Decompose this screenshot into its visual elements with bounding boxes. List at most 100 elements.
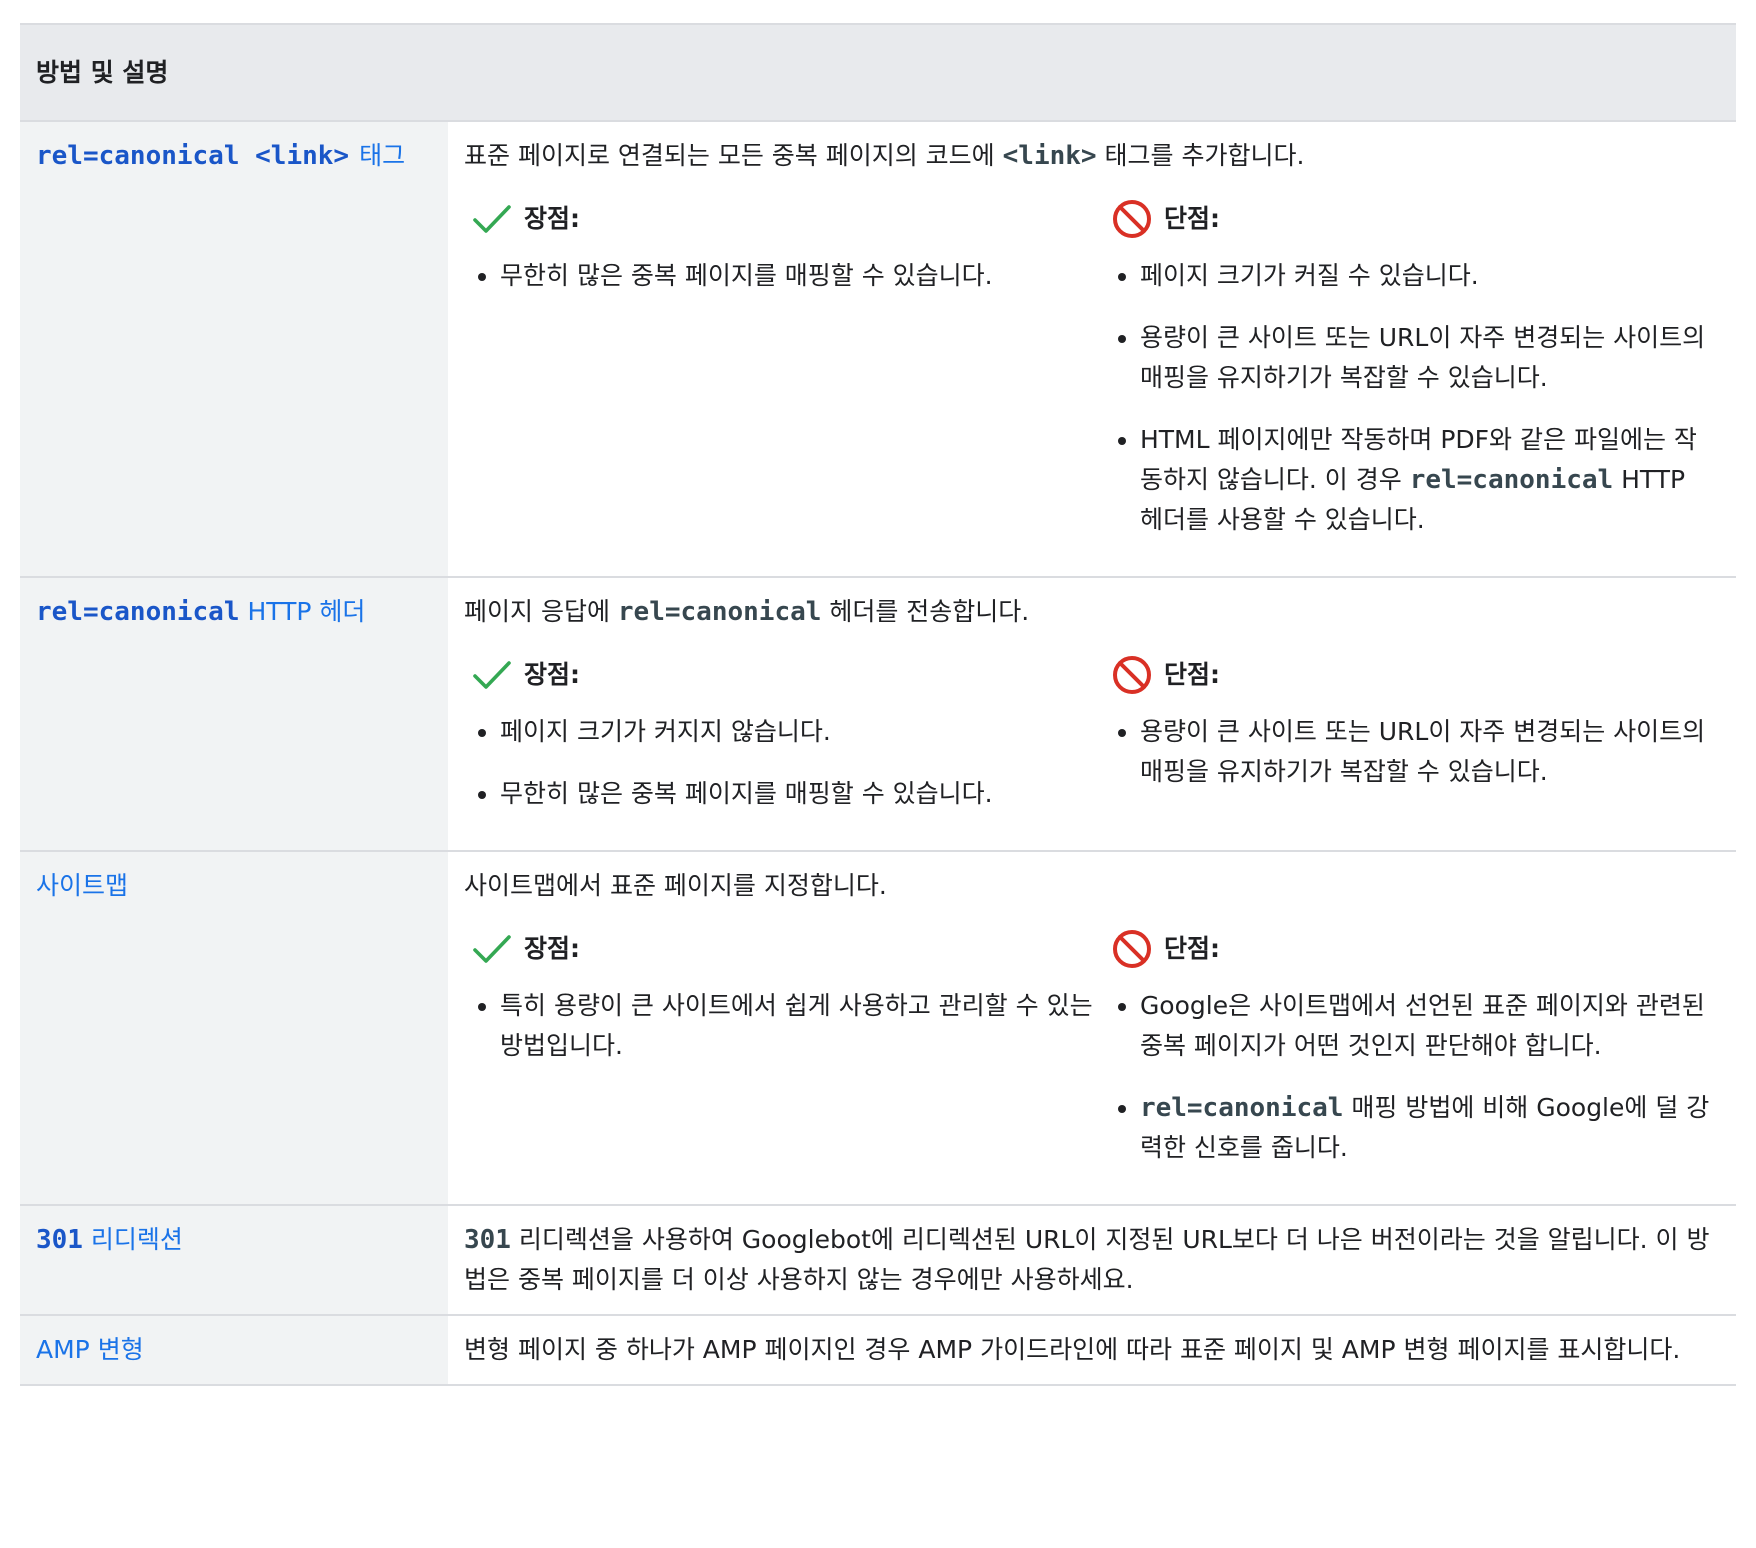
text-segment: 페이지 크기가 커지지 않습니다. bbox=[500, 717, 831, 746]
method-label: 사이트맵 bbox=[36, 871, 129, 900]
description-cell: 사이트맵에서 표준 페이지를 지정합니다. 장점: 특히 용량이 큰 사이트에서 … bbox=[448, 851, 1737, 1206]
table-header: 방법 및 설명 bbox=[20, 23, 1737, 122]
method-code: rel=canonical <link> bbox=[36, 141, 350, 171]
text-segment: 페이지 크기가 커질 수 있습니다. bbox=[1139, 261, 1479, 290]
description-cell: 변형 페이지 중 하나가 AMP 페이지인 경우 AMP 가이드라인에 따라 표… bbox=[448, 1315, 1737, 1386]
cons-list-item: HTML 페이지에만 작동하며 PDF와 같은 파일에는 작동하지 않습니다. … bbox=[1110, 420, 1716, 540]
prohibited-icon bbox=[1110, 197, 1154, 241]
cons-heading: 단점: bbox=[1110, 652, 1716, 698]
table-row: AMP 변형 변형 페이지 중 하나가 AMP 페이지인 경우 AMP 가이드라인… bbox=[20, 1315, 1737, 1386]
method-cell: AMP 변형 bbox=[20, 1315, 448, 1386]
text-segment: 용량이 큰 사이트 또는 URL이 자주 변경되는 사이트의 매핑을 유지하기가… bbox=[1139, 717, 1706, 786]
text-segment: 헤더를 전송합니다. bbox=[821, 597, 1030, 626]
table-header-row: 방법 및 설명 bbox=[20, 23, 1737, 122]
pros-heading: 장점: bbox=[470, 926, 1100, 972]
method-label: 태그 bbox=[359, 141, 406, 170]
cons-label: 단점: bbox=[1163, 934, 1220, 963]
text-segment: Google은 사이트맵에서 선언된 표준 페이지와 관련된 중복 페이지가 어… bbox=[1139, 991, 1705, 1060]
cons-list-item: 용량이 큰 사이트 또는 URL이 자주 변경되는 사이트의 매핑을 유지하기가… bbox=[1110, 318, 1716, 398]
inline-code: rel=canonical bbox=[617, 597, 822, 627]
pros-list-item: 페이지 크기가 커지지 않습니다. bbox=[470, 712, 1100, 752]
method-cell: rel=canonical <link> 태그 bbox=[20, 121, 448, 578]
description-cell: 301 리디렉션을 사용하여 Googlebot에 리디렉션된 URL이 지정된… bbox=[448, 1205, 1737, 1316]
table-body: rel=canonical <link> 태그 표준 페이지로 연결되는 모든 중복… bbox=[20, 121, 1737, 1386]
text-segment: 용량이 큰 사이트 또는 URL이 자주 변경되는 사이트의 매핑을 유지하기가… bbox=[1139, 323, 1706, 392]
method-code: 301 bbox=[36, 1225, 83, 1255]
pros-label: 장점: bbox=[524, 204, 580, 233]
methods-table-container: 방법 및 설명 rel=canonical <link> 태그 표준 페이지로 연결… bbox=[20, 23, 1737, 1386]
method-summary: 변형 페이지 중 하나가 AMP 페이지인 경우 AMP 가이드라인에 따라 표… bbox=[464, 1330, 1716, 1370]
method-label: 리디렉션 bbox=[82, 1225, 183, 1254]
text-segment: 사이트맵에서 표준 페이지를 지정합니다. bbox=[464, 871, 887, 900]
cons-list-item: 용량이 큰 사이트 또는 URL이 자주 변경되는 사이트의 매핑을 유지하기가… bbox=[1110, 712, 1716, 792]
method-label: HTTP 헤더 bbox=[239, 597, 366, 626]
cons-label: 단점: bbox=[1163, 204, 1220, 233]
cons-list-item: Google은 사이트맵에서 선언된 표준 페이지와 관련된 중복 페이지가 어… bbox=[1110, 986, 1716, 1066]
cons-list-item: 페이지 크기가 커질 수 있습니다. bbox=[1110, 256, 1716, 296]
text-segment: 무한히 많은 중복 페이지를 매핑할 수 있습니다. bbox=[500, 261, 993, 290]
cons-list: 페이지 크기가 커질 수 있습니다. 용량이 큰 사이트 또는 URL이 자주 변… bbox=[1110, 256, 1716, 540]
text-segment: 무한히 많은 중복 페이지를 매핑할 수 있습니다. bbox=[500, 779, 993, 808]
method-link[interactable]: AMP 변형 bbox=[36, 1335, 144, 1364]
canonical-methods-table: 방법 및 설명 rel=canonical <link> 태그 표준 페이지로 연결… bbox=[20, 23, 1737, 1386]
pros-cons: 장점: 특히 용량이 큰 사이트에서 쉽게 사용하고 관리할 수 있는 방법입니다… bbox=[464, 926, 1716, 1190]
pros-list: 페이지 크기가 커지지 않습니다. 무한히 많은 중복 페이지를 매핑할 수 있습… bbox=[470, 712, 1100, 814]
cons-heading: 단점: bbox=[1110, 196, 1716, 242]
cons-column: 단점: Google은 사이트맵에서 선언된 표준 페이지와 관련된 중복 페이지… bbox=[1100, 926, 1716, 1190]
cons-list: 용량이 큰 사이트 또는 URL이 자주 변경되는 사이트의 매핑을 유지하기가… bbox=[1110, 712, 1716, 792]
text-segment: 페이지 응답에 bbox=[464, 597, 618, 626]
checkmark-icon bbox=[470, 197, 514, 241]
cons-heading: 단점: bbox=[1110, 926, 1716, 972]
pros-label: 장점: bbox=[524, 660, 580, 689]
text-segment: 변형 페이지 중 하나가 AMP 페이지인 경우 AMP 가이드라인에 따라 표… bbox=[464, 1335, 1681, 1364]
method-summary: 페이지 응답에 rel=canonical 헤더를 전송합니다. bbox=[464, 592, 1716, 632]
text-segment: 특히 용량이 큰 사이트에서 쉽게 사용하고 관리할 수 있는 방법입니다. bbox=[500, 991, 1093, 1060]
text-segment: 리디렉션을 사용하여 Googlebot에 리디렉션된 URL이 지정된 URL… bbox=[464, 1225, 1710, 1294]
method-summary: 사이트맵에서 표준 페이지를 지정합니다. bbox=[464, 866, 1716, 906]
pros-cons: 장점: 무한히 많은 중복 페이지를 매핑할 수 있습니다. 단점: 페이지 크기가… bbox=[464, 196, 1716, 562]
inline-code: <link> bbox=[1002, 141, 1097, 171]
prohibited-icon bbox=[1110, 927, 1154, 971]
method-code: rel=canonical bbox=[36, 597, 240, 627]
checkmark-icon bbox=[470, 927, 514, 971]
method-cell: rel=canonical HTTP 헤더 bbox=[20, 577, 448, 852]
pros-label: 장점: bbox=[524, 934, 580, 963]
table-row: rel=canonical HTTP 헤더 페이지 응답에 rel=canonic… bbox=[20, 577, 1737, 852]
table-row: rel=canonical <link> 태그 표준 페이지로 연결되는 모든 중복… bbox=[20, 121, 1737, 578]
pros-list-item: 특히 용량이 큰 사이트에서 쉽게 사용하고 관리할 수 있는 방법입니다. bbox=[470, 986, 1100, 1066]
table-row: 사이트맵 사이트맵에서 표준 페이지를 지정합니다. 장점: 특히 용량이 큰 사이… bbox=[20, 851, 1737, 1206]
pros-heading: 장점: bbox=[470, 652, 1100, 698]
pros-list: 무한히 많은 중복 페이지를 매핑할 수 있습니다. bbox=[470, 256, 1100, 296]
method-cell: 사이트맵 bbox=[20, 851, 448, 1206]
pros-column: 장점: 특히 용량이 큰 사이트에서 쉽게 사용하고 관리할 수 있는 방법입니다… bbox=[464, 926, 1100, 1190]
method-summary: 표준 페이지로 연결되는 모든 중복 페이지의 코드에 <link> 태그를 추… bbox=[464, 136, 1716, 176]
pros-column: 장점: 무한히 많은 중복 페이지를 매핑할 수 있습니다. bbox=[464, 196, 1100, 562]
cons-column: 단점: 용량이 큰 사이트 또는 URL이 자주 변경되는 사이트의 매핑을 유지… bbox=[1100, 652, 1716, 836]
method-link[interactable]: 301 리디렉션 bbox=[36, 1225, 183, 1255]
method-link[interactable]: rel=canonical HTTP 헤더 bbox=[36, 597, 366, 627]
pros-heading: 장점: bbox=[470, 196, 1100, 242]
inline-code: 301 bbox=[464, 1225, 511, 1255]
prohibited-icon bbox=[1110, 653, 1154, 697]
cons-list: Google은 사이트맵에서 선언된 표준 페이지와 관련된 중복 페이지가 어… bbox=[1110, 986, 1716, 1168]
pros-cons: 장점: 페이지 크기가 커지지 않습니다. 무한히 많은 중복 페이지를 매핑할 수… bbox=[464, 652, 1716, 836]
description-cell: 표준 페이지로 연결되는 모든 중복 페이지의 코드에 <link> 태그를 추… bbox=[448, 121, 1737, 578]
cons-label: 단점: bbox=[1163, 660, 1220, 689]
method-link[interactable]: rel=canonical <link> 태그 bbox=[36, 141, 406, 171]
pros-column: 장점: 페이지 크기가 커지지 않습니다. 무한히 많은 중복 페이지를 매핑할 수… bbox=[464, 652, 1100, 836]
text-segment: 표준 페이지로 연결되는 모든 중복 페이지의 코드에 bbox=[464, 141, 1003, 170]
text-segment: 태그를 추가합니다. bbox=[1096, 141, 1305, 170]
checkmark-icon bbox=[470, 653, 514, 697]
cons-list-item: rel=canonical 매핑 방법에 비해 Google에 덜 강력한 신호… bbox=[1110, 1088, 1716, 1168]
pros-list-item: 무한히 많은 중복 페이지를 매핑할 수 있습니다. bbox=[470, 774, 1100, 814]
cons-column: 단점: 페이지 크기가 커질 수 있습니다. 용량이 큰 사이트 또는 URL이 자… bbox=[1100, 196, 1716, 562]
method-label: AMP 변형 bbox=[36, 1335, 144, 1364]
pros-list-item: 무한히 많은 중복 페이지를 매핑할 수 있습니다. bbox=[470, 256, 1100, 296]
method-summary: 301 리디렉션을 사용하여 Googlebot에 리디렉션된 URL이 지정된… bbox=[464, 1220, 1716, 1300]
description-cell: 페이지 응답에 rel=canonical 헤더를 전송합니다. 장점: 페이지 … bbox=[448, 577, 1737, 852]
pros-list: 특히 용량이 큰 사이트에서 쉽게 사용하고 관리할 수 있는 방법입니다. bbox=[470, 986, 1100, 1066]
inline-code: rel=canonical bbox=[1139, 1093, 1344, 1123]
method-link[interactable]: 사이트맵 bbox=[36, 871, 128, 900]
table-row: 301 리디렉션 301 리디렉션을 사용하여 Googlebot에 리디렉션된 … bbox=[20, 1205, 1737, 1316]
method-cell: 301 리디렉션 bbox=[20, 1205, 448, 1316]
